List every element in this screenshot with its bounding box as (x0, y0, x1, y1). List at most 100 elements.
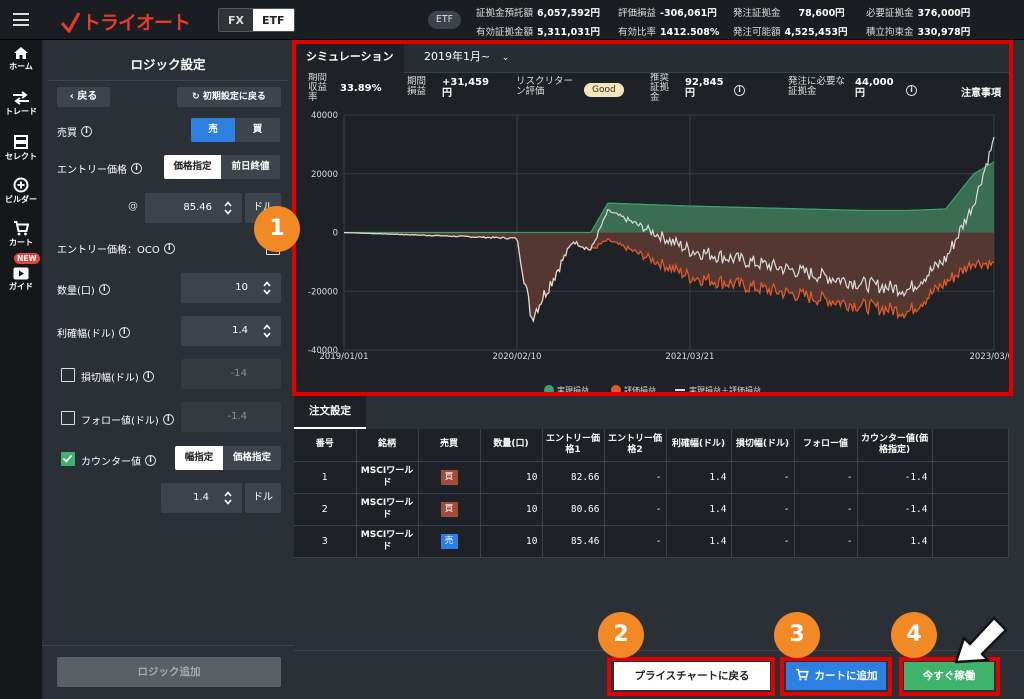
table-row[interactable]: 1 MSCIワールド買 10 82.66-1.4- - -1.4 (294, 461, 1009, 494)
trade-icon (13, 91, 29, 105)
table-row[interactable]: 2 MSCIワールド買 10 80.66-1.4- - -1.4 (294, 493, 1009, 526)
stepper-icon[interactable] (224, 200, 232, 216)
cell-counter-value: 1.4 (910, 535, 928, 547)
account-ratio: 有効比率 1412.508% (618, 27, 720, 38)
cell-symbol-value: MSCIワールド (360, 466, 414, 488)
orders-table: 番号 銘柄 売買 数量(口) エントリー価格1 エントリー価格2 利確幅(ドル) 損切幅(ドル… (294, 429, 1009, 558)
cell-entry1-value: 82.66 (570, 471, 600, 483)
follow-input[interactable]: -1.4 (181, 402, 281, 432)
buy-option[interactable]: 買 (235, 118, 280, 142)
nav-guide[interactable]: ガイド (0, 267, 42, 292)
back-button[interactable]: ‹ 戻る (57, 87, 110, 107)
callout-3: 3 (774, 612, 820, 658)
cell-no: 1 (294, 461, 357, 494)
stepper-icon[interactable] (263, 280, 271, 296)
callout-4: 4 (891, 612, 937, 658)
chevron-left-icon: ‹ (69, 91, 74, 102)
info-icon[interactable]: i (118, 327, 130, 338)
info-icon[interactable]: i (81, 126, 92, 137)
cell-follow-value: - (846, 471, 853, 483)
brand-logo[interactable]: トライオート (60, 8, 191, 35)
tp-input[interactable]: 1.4 (181, 316, 281, 346)
cell-no-value: 1 (321, 471, 328, 483)
highlight-back-chart (607, 657, 775, 696)
stepper-icon[interactable] (263, 323, 271, 339)
account-locked: 積立拘束金 330,978円 (866, 27, 971, 38)
cell-follow: - (794, 461, 858, 494)
cell-qty: 10 (480, 493, 543, 526)
nav-trade-label: トレード (5, 107, 37, 116)
counter-mode-toggle: 幅指定 価格指定 (175, 446, 281, 470)
side-badge: 買 (440, 501, 458, 517)
etf-tab[interactable]: ETF (253, 9, 294, 31)
counter-input[interactable]: 1.4 (161, 483, 242, 513)
guide-icon (13, 267, 29, 280)
highlight-add-cart (780, 657, 892, 696)
counter-price-option[interactable]: 価格指定 (223, 446, 281, 470)
table-row[interactable]: 3 MSCIワールド 売 10 85.46 - 1.4 - - 1.4 (294, 525, 1009, 558)
info-icon[interactable]: i (142, 371, 154, 382)
cell-spacer (932, 493, 1009, 526)
cell-symbol: MSCIワールド (356, 493, 419, 526)
logic-panel: ロジック設定 ‹ 戻る ↻ 初期設定に戻る 売買 i 売 買 エントリー価格 i 価… (42, 40, 294, 699)
tab-order-settings[interactable]: 注文設定 (294, 395, 366, 429)
counter-width-option[interactable]: 幅指定 (175, 446, 223, 470)
prev-close-option[interactable]: 前日終値 (221, 155, 280, 179)
add-logic-button[interactable]: ロジック追加 (57, 657, 281, 687)
reset-label: 初期設定に戻る (202, 92, 266, 102)
cell-qty-value: 10 (526, 503, 538, 515)
nav-cart-label: カート (9, 238, 33, 247)
brand-mark-icon (60, 11, 80, 33)
sl-checkbox[interactable] (61, 368, 75, 382)
cell-sl: - (731, 493, 795, 526)
cart-icon (14, 221, 29, 236)
nav-builder-label: ビルダー (5, 195, 37, 204)
nav-rail: ホーム トレード セレクト ビルダー カート NEW ガイド (0, 40, 42, 699)
highlight-simulation (292, 40, 1013, 396)
cell-tp: 1.4 (666, 493, 732, 526)
sell-option[interactable]: 売 (191, 118, 235, 142)
nav-home[interactable]: ホーム (0, 46, 42, 72)
cell-spacer (932, 461, 1009, 494)
nav-cart[interactable]: カート (0, 220, 42, 248)
account-order-margin: 発注証拠金 78,600円 (733, 8, 845, 19)
account-unrealized: 評価損益 -306,061円 (618, 8, 717, 19)
counter-checkbox[interactable] (61, 452, 75, 466)
new-badge: NEW (14, 253, 40, 264)
info-icon[interactable]: i (162, 414, 174, 425)
entry-price-input[interactable]: 85.46 (145, 193, 242, 223)
account-deposit: 証拠金預託額 6,057,592円 (476, 8, 601, 19)
reset-default-button[interactable]: ↻ 初期設定に戻る (177, 87, 281, 107)
cell-tp-value: 1.4 (709, 535, 727, 547)
stepper-icon[interactable] (224, 490, 232, 506)
info-icon[interactable]: i (98, 284, 110, 295)
cell-symbol-value: MSCIワールド (360, 498, 414, 520)
cell-entry2: - (604, 493, 667, 526)
callout-1: 1 (254, 206, 300, 252)
logic-panel-title: ロジック設定 (130, 57, 206, 72)
side-badge: 買 (440, 469, 458, 485)
nav-trade[interactable]: トレード (0, 91, 42, 117)
cell-tp-value: 1.4 (709, 503, 727, 515)
nav-builder[interactable]: ビルダー (0, 177, 42, 205)
cell-sl: - (731, 525, 795, 558)
price-specify-option[interactable]: 価格指定 (164, 155, 221, 179)
cell-counter: -1.4 (857, 493, 933, 526)
sl-input[interactable]: -14 (181, 359, 281, 389)
nav-select[interactable]: セレクト (0, 134, 42, 162)
select-icon (14, 135, 28, 149)
info-icon[interactable]: i (145, 455, 156, 466)
cell-symbol: MSCIワールド (356, 525, 419, 558)
qty-label: 数量(口) i (57, 282, 110, 297)
cell-spacer (932, 525, 1009, 558)
cell-entry2-value: - (655, 535, 662, 547)
counter-label: カウンター値 i (81, 453, 156, 468)
info-icon[interactable]: i (163, 243, 175, 254)
hamburger-menu-icon[interactable] (13, 13, 29, 26)
qty-input[interactable]: 10 (181, 273, 281, 303)
pointer-arrow-icon (954, 616, 1008, 664)
fx-tab[interactable]: FX (219, 9, 253, 31)
info-icon[interactable]: i (131, 163, 142, 174)
cell-counter-value: -1.4 (904, 503, 928, 515)
follow-checkbox[interactable] (61, 411, 75, 425)
